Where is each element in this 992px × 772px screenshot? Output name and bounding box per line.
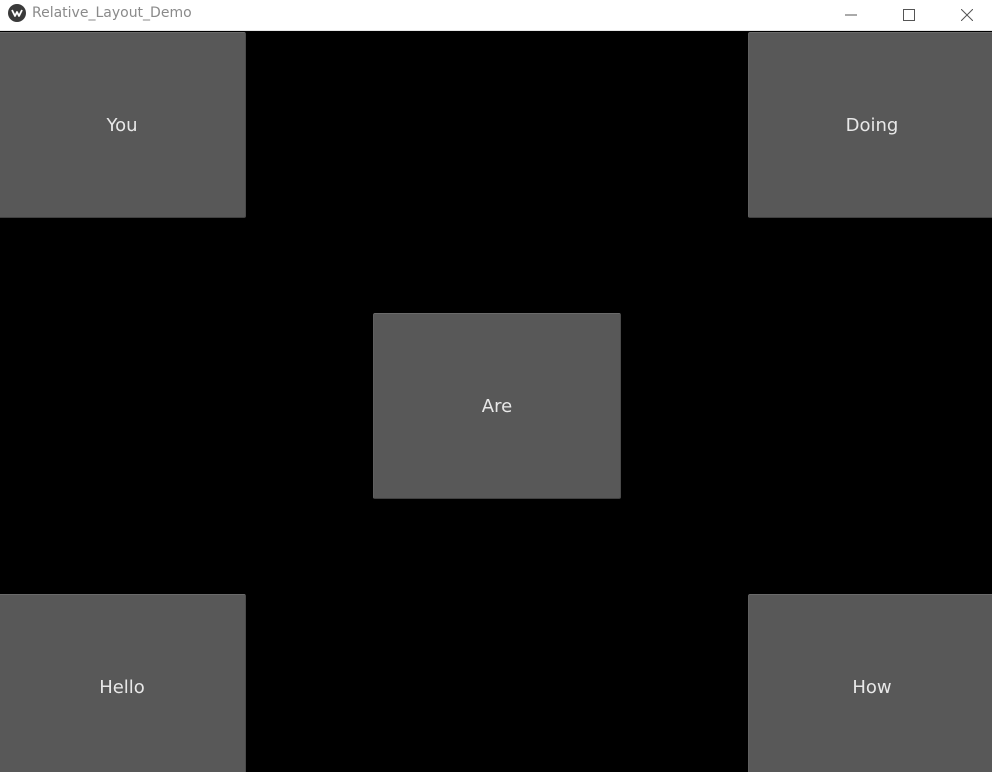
app-window: Relative_Layout_Demo You Doing Are Hello… <box>0 0 992 772</box>
hello-button[interactable]: Hello <box>0 594 246 772</box>
are-button[interactable]: Are <box>373 313 621 499</box>
you-button[interactable]: You <box>0 32 246 218</box>
close-icon <box>960 6 974 25</box>
maximize-button[interactable] <box>886 0 932 30</box>
kivy-app-icon <box>8 4 26 22</box>
close-button[interactable] <box>944 0 990 30</box>
title-bar[interactable]: Relative_Layout_Demo <box>0 0 992 31</box>
maximize-icon <box>903 6 915 25</box>
window-title: Relative_Layout_Demo <box>32 5 192 21</box>
doing-button[interactable]: Doing <box>748 32 992 218</box>
how-button[interactable]: How <box>748 594 992 772</box>
relative-layout-canvas: You Doing Are Hello How <box>0 31 992 772</box>
minimize-icon <box>845 6 857 25</box>
minimize-button[interactable] <box>828 0 874 30</box>
